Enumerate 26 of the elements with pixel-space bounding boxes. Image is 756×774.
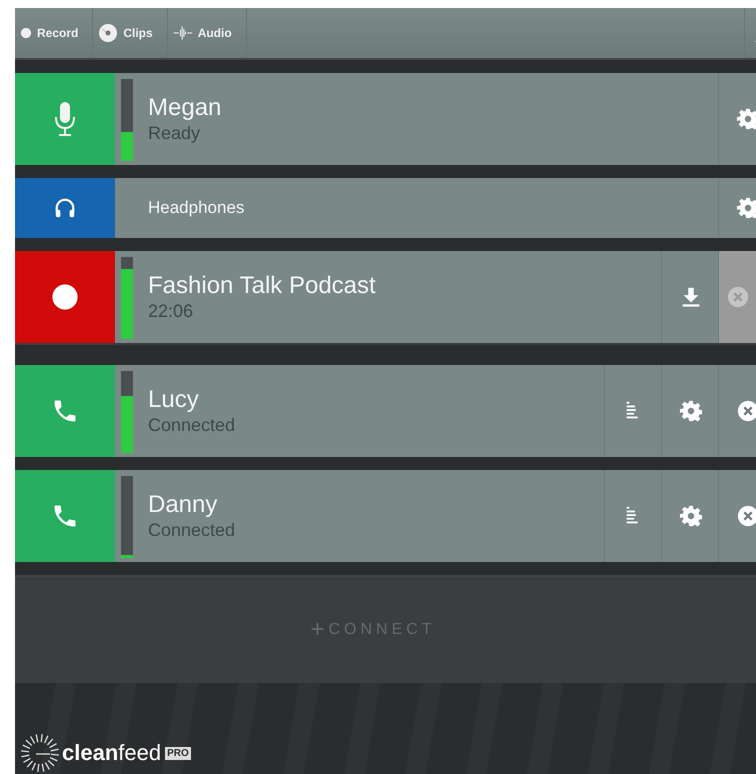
channel-name: Danny bbox=[148, 491, 218, 520]
toolbar-tab[interactable]: Audio bbox=[168, 8, 247, 58]
channel-status: 22:06 bbox=[148, 300, 194, 322]
pro-badge: PRO bbox=[165, 746, 191, 760]
microphone-icon bbox=[53, 101, 77, 137]
close-icon bbox=[727, 286, 749, 308]
settings-icon bbox=[737, 197, 756, 219]
settings-icon bbox=[737, 108, 756, 130]
toolbar-tab[interactable]: Clips bbox=[93, 8, 168, 58]
logo-burst-icon bbox=[20, 733, 60, 773]
disc-icon bbox=[98, 23, 118, 43]
record-icon bbox=[51, 283, 79, 311]
channel-name: Lucy bbox=[148, 386, 200, 415]
channel-name: Megan bbox=[148, 94, 222, 123]
logo-wordmark: cleanfeed bbox=[62, 740, 162, 766]
record-icon bbox=[20, 27, 32, 39]
settings-icon bbox=[680, 400, 702, 422]
channel-name: Fashion Talk Podcast bbox=[148, 272, 377, 301]
download-icon bbox=[680, 286, 702, 308]
channel-status: Connected bbox=[148, 520, 236, 541]
channel-status: Ready bbox=[148, 122, 202, 144]
headphones-icon bbox=[54, 197, 76, 219]
settings-icon bbox=[680, 505, 702, 527]
channel-name: Headphones bbox=[148, 198, 246, 218]
toolbar-tab[interactable]: Record bbox=[15, 8, 94, 58]
channel-status: Connected bbox=[148, 414, 236, 436]
